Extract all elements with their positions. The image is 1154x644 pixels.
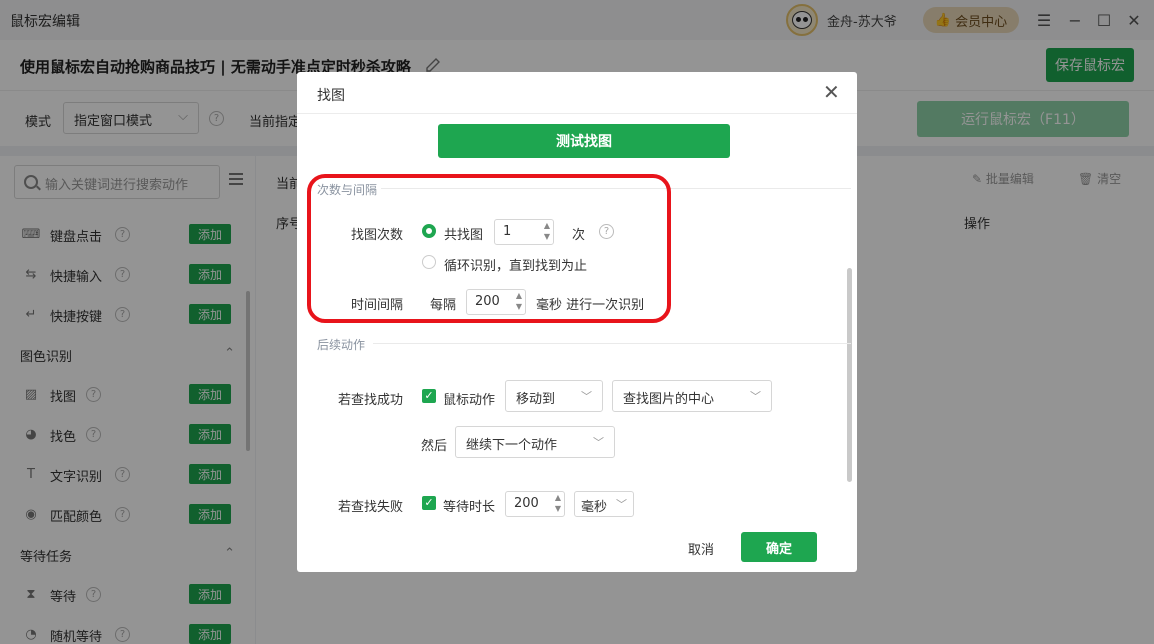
mouse-action-checkbox[interactable]: ✓	[422, 389, 436, 403]
on-success-label: 若查找成功	[338, 393, 404, 408]
find-image-dialog: 找图 ✕ 测试找图 次数与间隔 找图次数 共找图 1 ▲ ▼ 次 ? 循环识别，直…	[297, 72, 857, 572]
wait-duration-stepper[interactable]: 200 ▲ ▼	[505, 491, 565, 517]
stepper-arrows-icon[interactable]: ▲ ▼	[555, 492, 561, 514]
wait-duration-label: 等待时长	[443, 500, 496, 515]
chevron-down-icon: ﹀	[616, 498, 627, 511]
chevron-down-icon: ﹀	[750, 390, 761, 403]
test-find-image-button[interactable]: 测试找图	[438, 124, 730, 158]
chevron-down-icon: ﹀	[581, 390, 592, 403]
then-action-value: 继续下一个动作	[466, 438, 558, 453]
wait-unit-value: 毫秒	[581, 500, 608, 515]
divider	[373, 343, 851, 344]
on-fail-label: 若查找失败	[338, 500, 404, 515]
mouse-action-select[interactable]: 移动到 ﹀	[505, 380, 603, 412]
section-follow-up: 后续动作	[317, 338, 366, 352]
wait-unit-select[interactable]: 毫秒 ﹀	[574, 491, 634, 517]
then-action-select[interactable]: 继续下一个动作 ﹀	[455, 426, 615, 458]
mouse-action-label: 鼠标动作	[443, 393, 496, 408]
wait-duration-checkbox[interactable]: ✓	[422, 496, 436, 510]
confirm-button[interactable]: 确定	[741, 532, 817, 562]
dialog-title: 找图	[317, 88, 345, 104]
target-position-select[interactable]: 查找图片的中心 ﹀	[612, 380, 772, 412]
then-label: 然后	[421, 439, 448, 454]
dialog-scrollbar[interactable]	[847, 268, 852, 482]
mouse-action-value: 移动到	[516, 392, 556, 407]
cancel-button[interactable]: 取消	[688, 539, 714, 558]
highlight-annotation	[307, 174, 671, 323]
close-icon[interactable]: ✕	[823, 82, 840, 102]
chevron-down-icon: ﹀	[593, 436, 604, 449]
wait-duration-value: 200	[514, 496, 539, 511]
dialog-header: 找图 ✕	[297, 72, 857, 114]
target-position-value: 查找图片的中心	[623, 392, 715, 407]
